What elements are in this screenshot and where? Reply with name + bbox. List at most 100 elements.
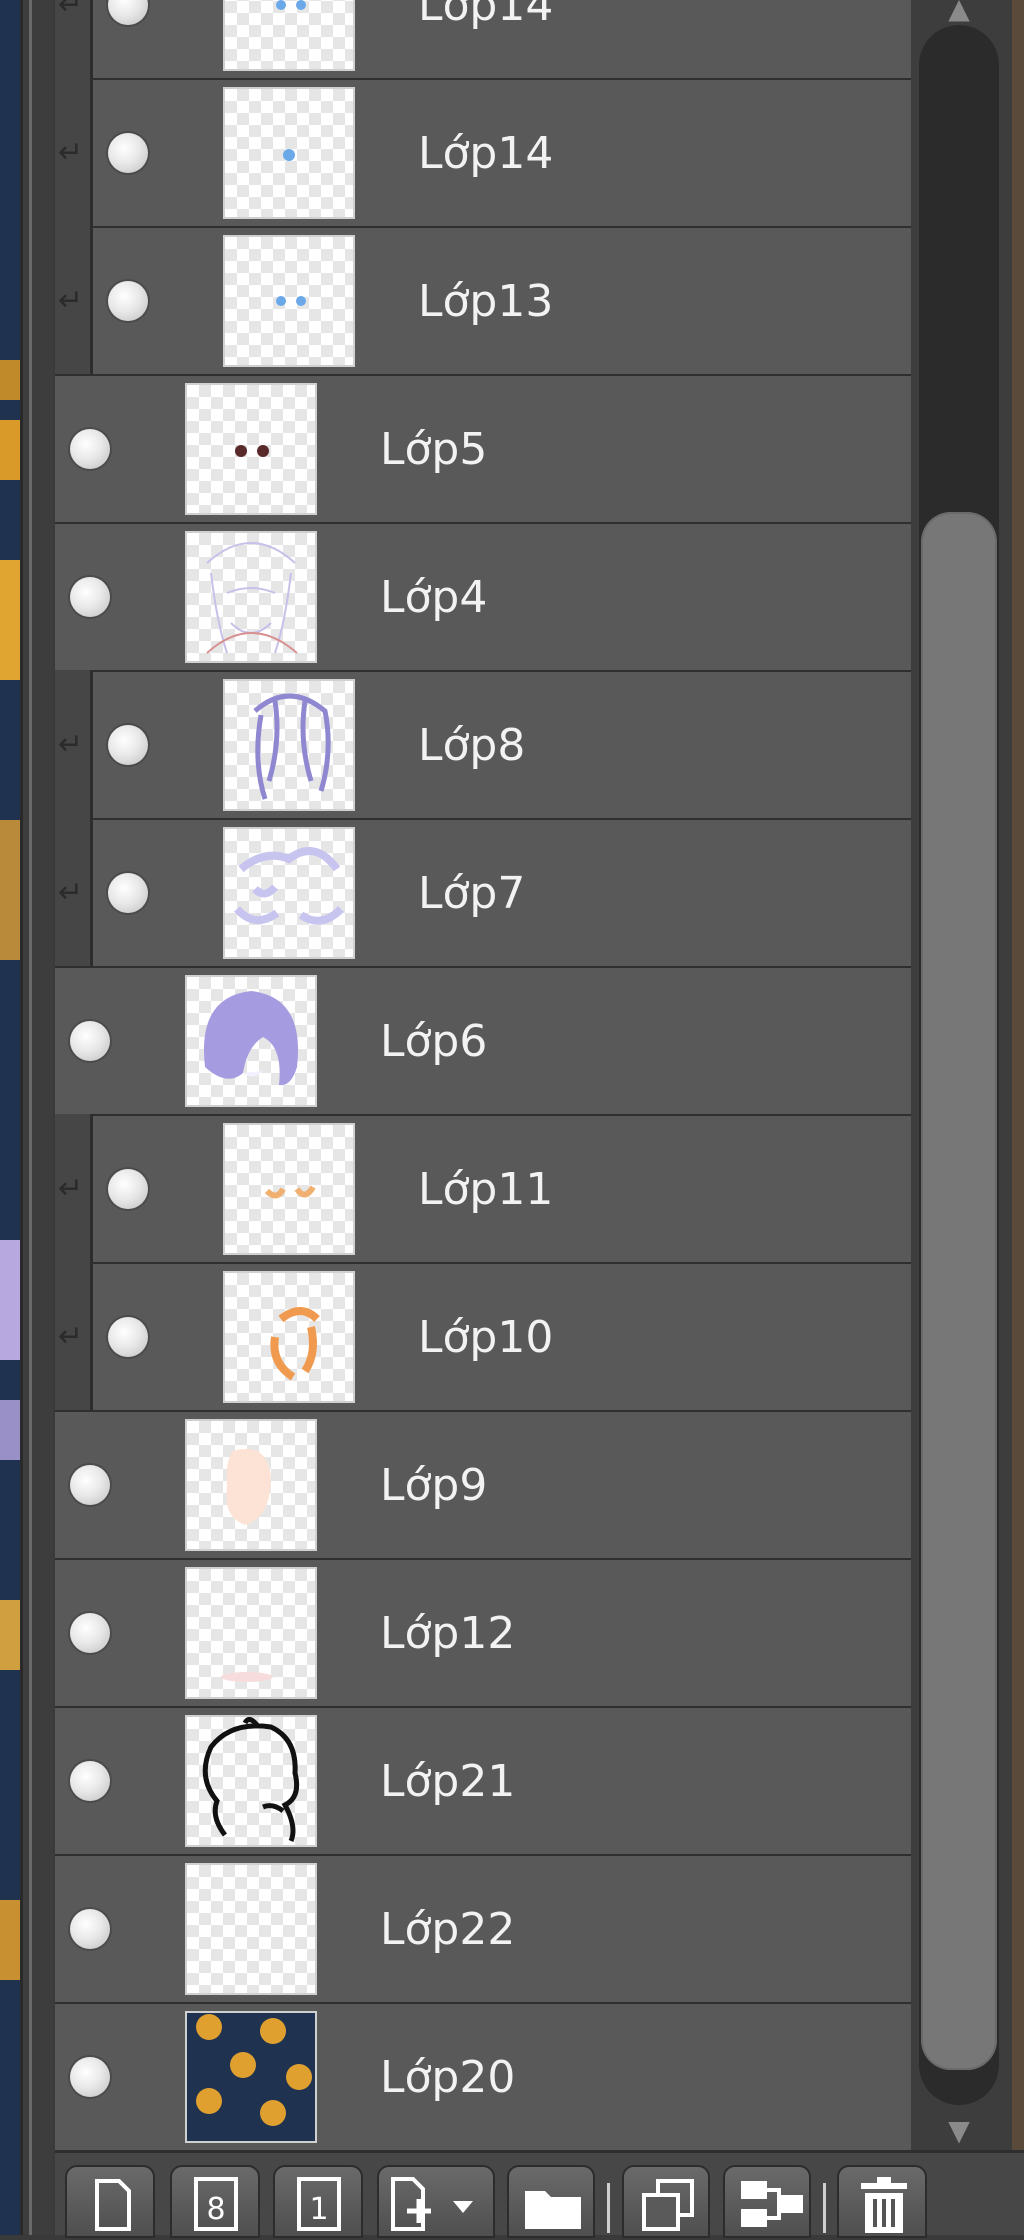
new-raster-layer-icon — [95, 2179, 131, 2231]
layer-thumbnail — [185, 1567, 317, 1699]
visibility-toggle-icon[interactable] — [70, 577, 110, 617]
visibility-toggle-icon[interactable] — [70, 1761, 110, 1801]
layer-row[interactable]: Lớp12 — [55, 1558, 911, 1708]
clipping-arrow-icon: ↵ — [58, 283, 84, 318]
clipping-arrow-icon: ↵ — [58, 1319, 84, 1354]
layer-name: Lớp8 — [418, 720, 526, 771]
layer-row[interactable]: Lớp14 — [93, 78, 911, 228]
clipping-indicator: ↵ — [55, 1262, 93, 1412]
new-1bit-layer-button[interactable]: 1 — [273, 2165, 363, 2238]
duplicate-layer-button[interactable] — [622, 2165, 710, 2238]
visibility-toggle-icon[interactable] — [108, 1317, 148, 1357]
visibility-toggle-icon[interactable] — [70, 1909, 110, 1949]
layer-thumbnail — [223, 1271, 355, 1403]
layer-thumbnail — [223, 0, 355, 71]
clipping-arrow-icon: ↵ — [58, 727, 84, 762]
layer-row[interactable]: Lớp22 — [55, 1854, 911, 2004]
layer-thumbnail — [223, 679, 355, 811]
delete-layer-button[interactable] — [837, 2165, 927, 2238]
layer-row[interactable]: Lớp8 — [93, 670, 911, 820]
layer-row[interactable]: Lớp9 — [55, 1410, 911, 1560]
clipping-indicator: ↵ — [55, 78, 93, 228]
layer-thumbnail — [185, 975, 317, 1107]
toolbar-separator — [823, 2183, 826, 2233]
new-8bit-layer-icon: 8 — [194, 2177, 238, 2231]
clipping-indicator: ↵ — [55, 818, 93, 968]
svg-text:1: 1 — [309, 2192, 328, 2227]
layer-thumbnail — [223, 235, 355, 367]
layer-scrollbar[interactable]: ▲ ▼ — [911, 0, 1024, 2150]
layer-thumbnail — [185, 1419, 317, 1551]
layer-thumbnail — [223, 87, 355, 219]
visibility-toggle-icon[interactable] — [70, 1465, 110, 1505]
clipping-indicator: ↵ — [55, 670, 93, 820]
layer-thumbnail — [223, 1123, 355, 1255]
visibility-toggle-icon[interactable] — [70, 2057, 110, 2097]
new-layer-dropdown-button[interactable] — [377, 2165, 495, 2238]
visibility-toggle-icon[interactable] — [70, 1021, 110, 1061]
duplicate-layer-icon — [642, 2179, 694, 2231]
visibility-toggle-icon[interactable] — [108, 281, 148, 321]
layer-thumbnail — [185, 1715, 317, 1847]
delete-layer-icon — [861, 2177, 907, 2233]
layer-name: Lớp14 — [418, 0, 554, 31]
layer-name: Lớp20 — [380, 2052, 516, 2103]
svg-text:8: 8 — [206, 2192, 225, 2227]
visibility-toggle-icon[interactable] — [108, 133, 148, 173]
clipping-indicator: ↵ — [55, 0, 93, 80]
scroll-down-arrow-icon[interactable]: ▼ — [931, 2116, 987, 2146]
layer-name: Lớp21 — [380, 1756, 516, 1807]
canvas-edge-right — [1012, 0, 1024, 2235]
layer-name: Lớp10 — [418, 1312, 554, 1363]
layer-name: Lớp13 — [418, 276, 554, 327]
new-layer-dropdown-icon — [391, 2177, 473, 2231]
panel-left-frame — [20, 0, 53, 2235]
visibility-toggle-icon[interactable] — [70, 1613, 110, 1653]
layer-name: Lớp9 — [380, 1460, 488, 1511]
visibility-toggle-icon[interactable] — [108, 725, 148, 765]
merge-down-icon — [741, 2181, 803, 2227]
toolbar-separator — [607, 2183, 610, 2233]
clipping-arrow-icon: ↵ — [58, 875, 84, 910]
clipping-indicator: ↵ — [55, 1114, 93, 1264]
layer-name: Lớp7 — [418, 868, 526, 919]
layer-row[interactable]: Lớp5 — [55, 374, 911, 524]
clipping-arrow-icon: ↵ — [58, 1171, 84, 1206]
visibility-toggle-icon[interactable] — [108, 873, 148, 913]
new-folder-button[interactable] — [507, 2165, 595, 2238]
new-folder-icon — [525, 2191, 581, 2229]
merge-down-button[interactable] — [723, 2165, 811, 2238]
layer-name: Lớp14 — [418, 128, 554, 179]
new-raster-layer-button[interactable] — [65, 2165, 155, 2238]
scroll-thumb[interactable] — [921, 512, 997, 2070]
layer-thumbnail — [185, 531, 317, 663]
layer-row[interactable]: Lớp13 — [93, 226, 911, 376]
layer-row[interactable]: Lớp10 — [93, 1262, 911, 1412]
layer-row[interactable]: Lớp7 — [93, 818, 911, 968]
layer-name: Lớp5 — [380, 424, 488, 475]
layer-thumbnail — [185, 2011, 317, 2143]
layer-name: Lớp12 — [380, 1608, 516, 1659]
layer-row[interactable]: Lớp21 — [55, 1706, 911, 1856]
layer-name: Lớp11 — [418, 1164, 554, 1215]
layer-row[interactable]: Lớp20 — [55, 2002, 911, 2150]
clipping-indicator: ↵ — [55, 226, 93, 376]
visibility-toggle-icon[interactable] — [70, 429, 110, 469]
canvas-edge — [0, 0, 20, 2235]
scroll-up-arrow-icon[interactable]: ▲ — [931, 0, 987, 24]
layer-name: Lớp6 — [380, 1016, 488, 1067]
clipping-arrow-icon: ↵ — [58, 0, 84, 22]
layer-row[interactable]: Lớp14 — [93, 0, 911, 80]
new-8bit-layer-button[interactable]: 8 — [170, 2165, 260, 2238]
layer-thumbnail — [185, 1863, 317, 1995]
layer-row[interactable]: Lớp6 — [55, 966, 911, 1116]
clipping-arrow-icon: ↵ — [58, 135, 84, 170]
layer-list[interactable]: ↵ Lớp14 ↵ Lớp14 ↵ Lớp13 Lớp5 Lớp4 ↵ Lớp8 ↵ Lớp7 Lớp6… — [55, 0, 911, 2150]
layer-name: Lớp22 — [380, 1904, 516, 1955]
new-1bit-layer-icon: 1 — [297, 2177, 341, 2231]
layer-toolbar: 8 1 — [55, 2150, 1024, 2238]
layer-row[interactable]: Lớp4 — [55, 522, 911, 672]
visibility-toggle-icon[interactable] — [108, 1169, 148, 1209]
visibility-toggle-icon[interactable] — [108, 0, 148, 25]
layer-row[interactable]: Lớp11 — [93, 1114, 911, 1264]
